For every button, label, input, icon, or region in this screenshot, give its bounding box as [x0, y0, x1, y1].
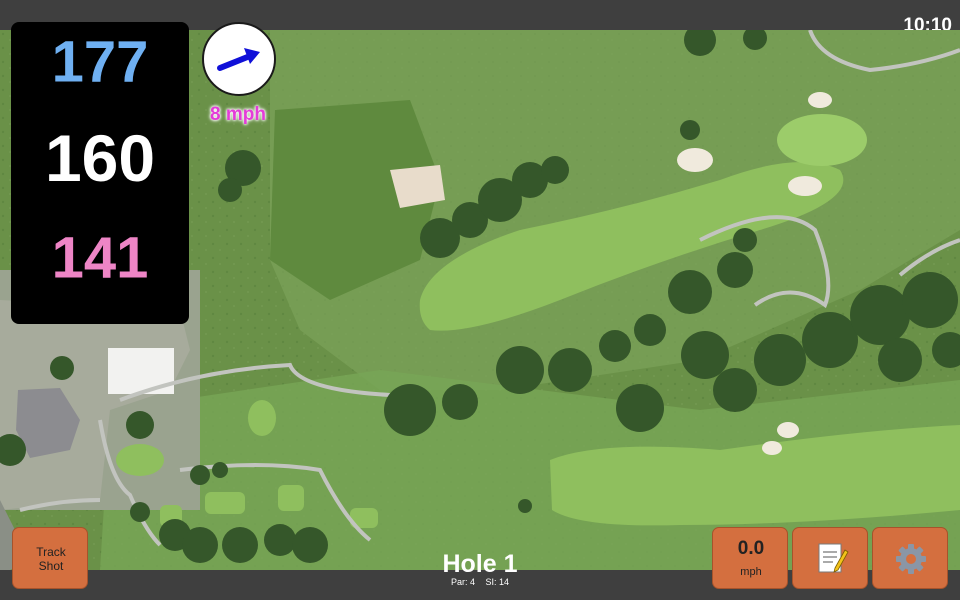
hole-stroke-index: SI: 14	[485, 577, 510, 587]
bunker	[808, 92, 832, 108]
hole-info: Par: 4 SI: 14	[400, 577, 560, 587]
green	[116, 444, 164, 476]
track-shot-label: Track Shot	[36, 545, 66, 573]
tee-box	[248, 400, 276, 436]
hole-par: Par: 4	[450, 577, 475, 587]
gear-icon	[896, 544, 926, 574]
tee-box	[278, 485, 304, 511]
green	[777, 114, 867, 166]
wind-speed: 8 mph	[210, 104, 266, 125]
tee-box	[205, 492, 245, 514]
speed-value: 0.0	[737, 538, 765, 559]
bunker	[762, 441, 782, 455]
speed-button[interactable]: 0.0 mph	[712, 527, 788, 589]
wind-indicator	[202, 22, 276, 96]
bunker	[788, 176, 822, 196]
middle-distance: 160	[44, 121, 156, 195]
notepad-icon	[818, 543, 849, 573]
notes-button[interactable]	[792, 527, 868, 589]
wind-arrow-icon	[217, 48, 260, 71]
bunker	[677, 148, 713, 172]
settings-button[interactable]	[872, 527, 948, 589]
track-shot-button[interactable]: Track Shot	[12, 527, 88, 589]
speed-unit: mph	[740, 566, 762, 578]
bunker	[777, 422, 799, 438]
front-distance: 141	[51, 225, 149, 291]
back-distance: 177	[51, 29, 149, 95]
distance-panel: 177 160 141	[11, 22, 189, 324]
hole-title: Hole 1	[442, 550, 518, 578]
